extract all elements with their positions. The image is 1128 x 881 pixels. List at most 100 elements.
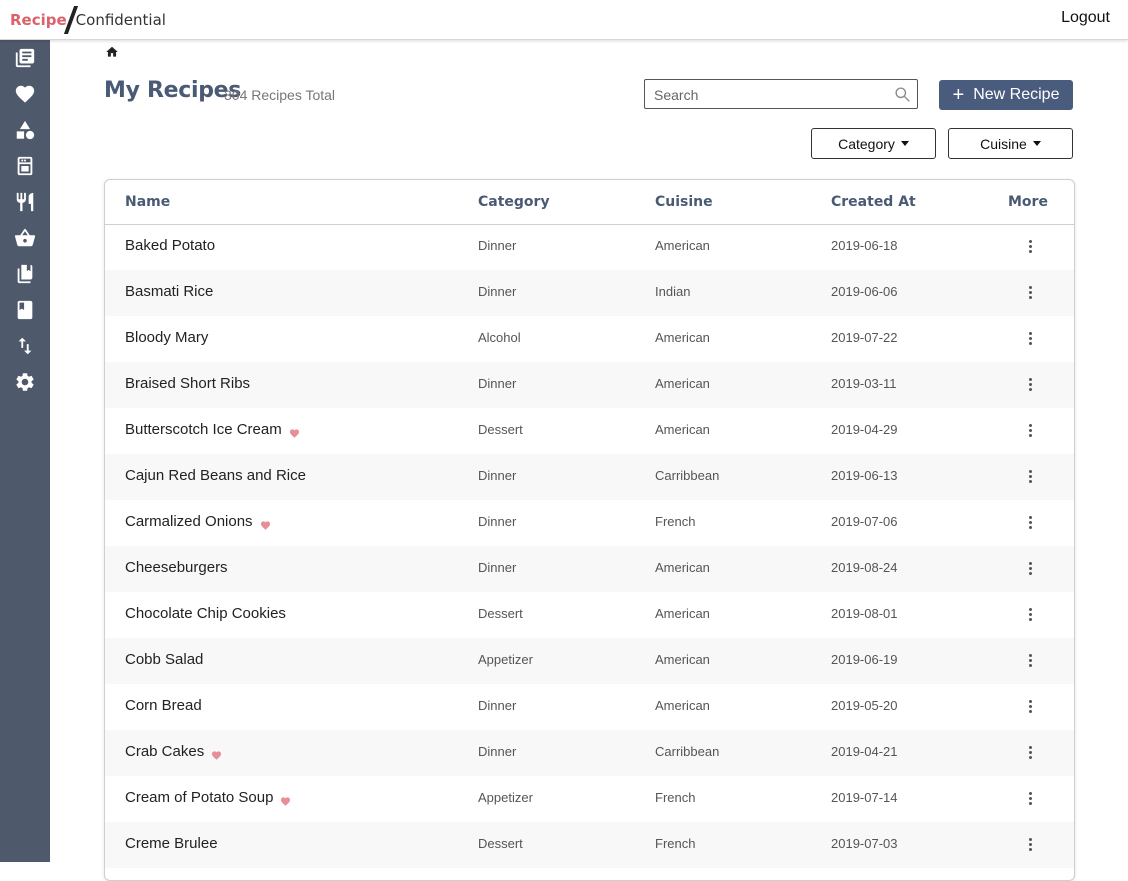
table-row[interactable]: Braised Short Ribs Dinner American 2019-03-… (105, 362, 1074, 408)
table-row[interactable]: Baked Potato Dinner American 2019-06-18 (105, 224, 1074, 270)
table-row[interactable]: Chocolate Chip Cookies Dessert American 201… (105, 592, 1074, 638)
page-title: My Recipes (104, 78, 242, 103)
appliance-icon[interactable] (13, 154, 37, 178)
column-header-cuisine[interactable]: Cuisine (655, 194, 713, 210)
more-options-icon[interactable] (1025, 836, 1035, 854)
more-options-icon[interactable] (1025, 652, 1035, 670)
more-options-icon[interactable] (1025, 698, 1035, 716)
recipe-created-at-cell: 2019-06-13 (831, 468, 898, 483)
table-row[interactable]: Carmalized Onions Dinner French 2019-07-06 (105, 500, 1074, 546)
recipe-name-cell[interactable]: Cream of Potato Soup (125, 789, 291, 806)
recipe-created-at-cell: 2019-07-03 (831, 836, 898, 851)
more-options-icon[interactable] (1025, 468, 1035, 486)
table-row[interactable]: Cobb Salad Appetizer American 2019-06-19 (105, 638, 1074, 684)
cookbooks-icon[interactable] (13, 262, 37, 286)
categories-shapes-icon[interactable] (13, 118, 37, 142)
recipe-cuisine-cell: Carribbean (655, 468, 720, 483)
logout-link[interactable]: Logout (1061, 9, 1110, 27)
app-logo[interactable]: Recipe Confidential (10, 6, 166, 34)
recipe-name-cell[interactable]: Chocolate Chip Cookies (125, 605, 286, 622)
new-recipe-button[interactable]: + New Recipe (939, 80, 1073, 110)
table-row[interactable]: Creme Brulee Dessert French 2019-07-03 (105, 822, 1074, 868)
recipe-name-cell[interactable]: Bloody Mary (125, 329, 208, 346)
recipe-cuisine-cell: American (655, 652, 710, 667)
recipe-name-cell[interactable]: Cajun Red Beans and Rice (125, 467, 306, 484)
recipe-name[interactable]: Butterscotch Ice Cream (125, 421, 282, 438)
more-options-icon[interactable] (1025, 422, 1035, 440)
table-row[interactable]: Cream of Potato Soup Appetizer French 2019-… (105, 776, 1074, 822)
table-row[interactable]: Butterscotch Ice Cream Dessert American 201… (105, 408, 1074, 454)
table-row[interactable]: Corn Bread Dinner American 2019-05-20 (105, 684, 1074, 730)
recipe-name[interactable]: Cajun Red Beans and Rice (125, 467, 306, 484)
recipe-name[interactable]: Baked Potato (125, 237, 215, 254)
recipe-category-cell: Dinner (478, 284, 517, 299)
recipe-name-cell[interactable]: Butterscotch Ice Cream (125, 421, 300, 438)
import-export-icon[interactable] (13, 334, 37, 358)
recipe-name[interactable]: Creme Brulee (125, 835, 218, 852)
recipe-category-cell: Dessert (478, 422, 523, 437)
recipe-category-cell: Dinner (478, 560, 517, 575)
more-options-icon[interactable] (1025, 376, 1035, 394)
recipe-name[interactable]: Cobb Salad (125, 651, 203, 668)
cuisine-filter-dropdown[interactable]: Cuisine (948, 128, 1073, 159)
recipe-name[interactable]: Cheeseburgers (125, 559, 228, 576)
more-options-icon[interactable] (1025, 606, 1035, 624)
recipe-cuisine-cell: Carribbean (655, 744, 720, 759)
table-row[interactable]: Basmati Rice Dinner Indian 2019-06-06 (105, 270, 1074, 316)
more-options-icon[interactable] (1025, 330, 1035, 348)
cuisine-filter-label: Cuisine (980, 135, 1027, 152)
category-filter-dropdown[interactable]: Category (811, 128, 936, 159)
table-row[interactable]: Bloody Mary Alcohol American 2019-07-22 (105, 316, 1074, 362)
favorites-heart-icon[interactable] (13, 82, 37, 106)
recipe-created-at-cell: 2019-07-14 (831, 790, 898, 805)
recipe-name[interactable]: Basmati Rice (125, 283, 213, 300)
category-filter-label: Category (838, 135, 895, 152)
recipe-created-at-cell: 2019-08-24 (831, 560, 898, 575)
recipe-name-cell[interactable]: Corn Bread (125, 697, 202, 714)
more-options-icon[interactable] (1025, 284, 1035, 302)
sidebar (0, 40, 50, 862)
recipe-name-cell[interactable]: Cheeseburgers (125, 559, 228, 576)
recipe-name-cell[interactable]: Creme Brulee (125, 835, 218, 852)
recipe-name-cell[interactable]: Baked Potato (125, 237, 215, 254)
recipe-name[interactable]: Braised Short Ribs (125, 375, 250, 392)
recipes-list-icon[interactable] (13, 46, 37, 70)
recipe-category-cell: Appetizer (478, 652, 533, 667)
more-options-icon[interactable] (1025, 514, 1035, 532)
recipe-name[interactable]: Carmalized Onions (125, 513, 253, 530)
column-header-category[interactable]: Category (478, 194, 550, 210)
column-header-name[interactable]: Name (125, 194, 170, 210)
recipe-name[interactable]: Corn Bread (125, 697, 202, 714)
table-row[interactable]: Crab Cakes Dinner Carribbean 2019-04-21 (105, 730, 1074, 776)
utensils-icon[interactable] (13, 190, 37, 214)
more-options-icon[interactable] (1025, 560, 1035, 578)
book-icon[interactable] (13, 298, 37, 322)
settings-gear-icon[interactable] (13, 370, 37, 394)
plus-icon: + (952, 84, 965, 106)
recipe-category-cell: Appetizer (478, 790, 533, 805)
recipe-name-cell[interactable]: Braised Short Ribs (125, 375, 250, 392)
caret-down-icon (1032, 141, 1041, 146)
recipe-name-cell[interactable]: Crab Cakes (125, 743, 222, 760)
recipe-name[interactable]: Bloody Mary (125, 329, 208, 346)
more-options-icon[interactable] (1025, 744, 1035, 762)
column-header-created-at[interactable]: Created At (831, 194, 916, 210)
table-row[interactable]: Cheeseburgers Dinner American 2019-08-24 (105, 546, 1074, 592)
recipe-category-cell: Dessert (478, 606, 523, 621)
more-options-icon[interactable] (1025, 790, 1035, 808)
search-input[interactable] (652, 85, 891, 105)
recipe-cuisine-cell: American (655, 376, 710, 391)
table-row[interactable]: Cajun Red Beans and Rice Dinner Carribbean… (105, 454, 1074, 500)
grocery-basket-icon[interactable] (13, 226, 37, 250)
recipe-category-cell: Dinner (478, 744, 517, 759)
recipe-name-cell[interactable]: Basmati Rice (125, 283, 213, 300)
search-icon[interactable] (894, 86, 911, 103)
recipe-name[interactable]: Cream of Potato Soup (125, 789, 273, 806)
recipe-name-cell[interactable]: Cobb Salad (125, 651, 203, 668)
recipe-name[interactable]: Crab Cakes (125, 743, 204, 760)
recipe-name[interactable]: Chocolate Chip Cookies (125, 605, 286, 622)
breadcrumb-home-icon[interactable] (105, 45, 119, 59)
recipe-name-cell[interactable]: Carmalized Onions (125, 513, 271, 530)
recipe-created-at-cell: 2019-08-01 (831, 606, 898, 621)
more-options-icon[interactable] (1025, 238, 1035, 256)
